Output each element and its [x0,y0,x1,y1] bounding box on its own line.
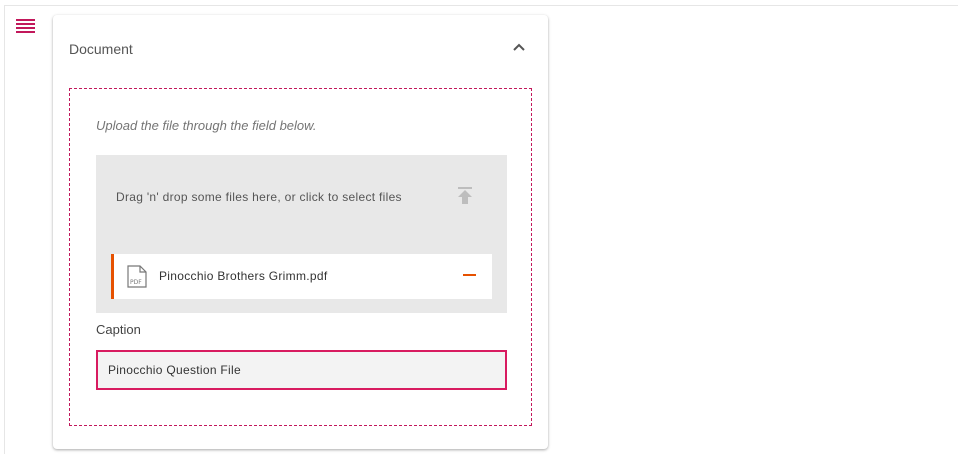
uploaded-file-item: PDF Pinocchio Brothers Grimm.pdf [111,254,492,299]
file-dropzone[interactable]: Drag 'n' drop some files here, or click … [96,155,507,313]
pdf-file-icon: PDF [127,265,147,288]
remove-file-button[interactable] [463,274,476,277]
caption-label: Caption [96,322,141,337]
svg-text:PDF: PDF [130,279,142,286]
file-name: Pinocchio Brothers Grimm.pdf [159,269,328,283]
hamburger-menu-icon[interactable] [16,19,35,34]
chevron-up-icon[interactable] [511,39,527,55]
upload-icon [458,187,472,205]
upload-hint: Upload the file through the field below. [96,118,317,133]
card-title: Document [69,41,133,57]
caption-input[interactable] [96,350,507,390]
upload-section: Upload the file through the field below.… [69,88,532,426]
minus-icon [463,274,476,276]
dropzone-text: Drag 'n' drop some files here, or click … [116,190,402,204]
document-card: Document Upload the file through the fie… [53,15,548,449]
